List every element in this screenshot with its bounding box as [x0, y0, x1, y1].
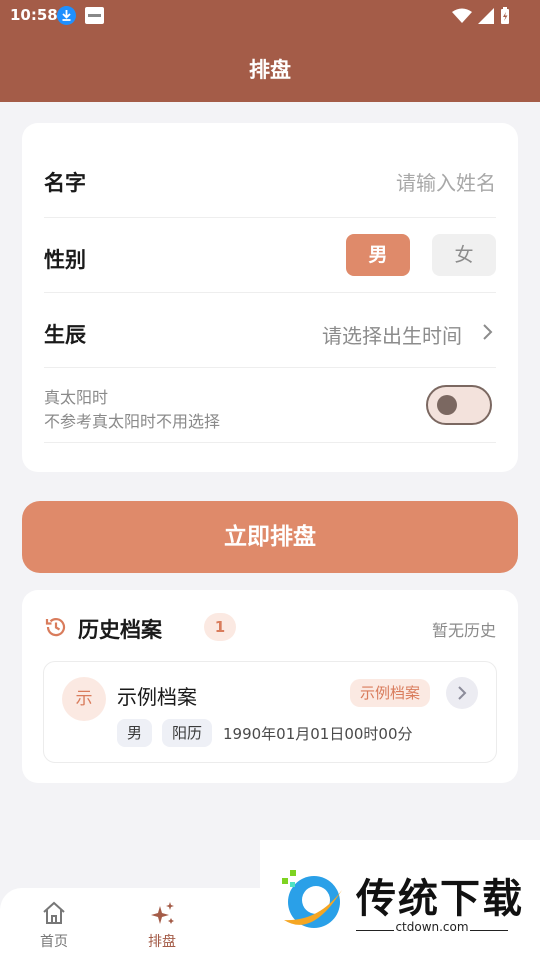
- solar-time-title: 真太阳时: [44, 388, 109, 407]
- wifi-icon: [452, 8, 472, 23]
- birth-label: 生辰: [44, 323, 86, 347]
- birth-row[interactable]: 生辰 请选择出生时间: [44, 293, 496, 368]
- nav-paipan-label: 排盘: [148, 934, 176, 950]
- watermark-url: ctdown.com: [395, 920, 469, 934]
- nav-paipan[interactable]: 排盘: [127, 898, 197, 954]
- history-empty-text[interactable]: 暂无历史: [432, 617, 496, 641]
- watermark-brand: 传统下载: [356, 876, 524, 922]
- gender-male-button[interactable]: 男: [346, 234, 410, 276]
- ctdown-logo-icon: [282, 870, 342, 928]
- entry-open-button[interactable]: [446, 677, 478, 709]
- history-title: 历史档案: [78, 618, 162, 642]
- history-count-badge: 1: [204, 613, 236, 641]
- gender-row: 性别 男 女: [44, 218, 496, 293]
- history-card: 历史档案 1 暂无历史 示 示例档案 示例档案 男 阳历 1990年01月01日…: [22, 590, 518, 783]
- gender-female-button[interactable]: 女: [432, 234, 496, 276]
- status-icons: [452, 7, 510, 25]
- chevron-right-icon: [483, 324, 493, 340]
- home-icon: [43, 901, 65, 924]
- history-entry[interactable]: 示 示例档案 示例档案 男 阳历 1990年01月01日00时00分: [43, 661, 497, 763]
- entry-datetime: 1990年01月01日00时00分: [223, 725, 413, 743]
- solar-time-row: 真太阳时 不参考真太阳时不用选择: [44, 368, 496, 443]
- toggle-knob: [437, 395, 457, 415]
- gender-label: 性别: [44, 248, 86, 272]
- watermark-rule-right: [470, 930, 508, 931]
- entry-gender-chip: 男: [117, 719, 153, 747]
- status-bar: 10:58: [0, 0, 540, 32]
- status-time: 10:58: [10, 6, 58, 24]
- form-card: 名字 请输入姓名 性别 男 女 生辰 请选择出生时间 真太阳时 不参考真太阳时不…: [22, 123, 518, 472]
- solar-time-toggle[interactable]: [426, 385, 492, 425]
- entry-name: 示例档案: [117, 685, 197, 709]
- birth-picker[interactable]: 请选择出生时间: [322, 320, 462, 349]
- name-input[interactable]: 请输入姓名: [396, 167, 496, 196]
- watermark: 传统下载 ctdown.com: [260, 840, 540, 960]
- app-notification-icon: [85, 7, 104, 24]
- nav-home[interactable]: 首页: [19, 898, 89, 954]
- history-header: 历史档案 1 暂无历史: [44, 612, 496, 644]
- entry-avatar: 示: [62, 677, 106, 721]
- app-bar: 10:58 排盘: [0, 0, 540, 102]
- name-label: 名字: [44, 171, 86, 195]
- battery-icon: [501, 7, 509, 24]
- nav-home-label: 首页: [40, 934, 68, 950]
- sparkle-icon: [151, 902, 174, 924]
- chevron-right-icon: [458, 686, 467, 700]
- start-paipan-button[interactable]: 立即排盘: [22, 501, 518, 573]
- signal-icon: [478, 8, 494, 24]
- solar-time-hint: 不参考真太阳时不用选择: [44, 412, 221, 431]
- entry-calendar-chip: 阳历: [162, 719, 213, 747]
- download-icon: [57, 6, 76, 25]
- history-clock-icon: [45, 618, 66, 637]
- page-title: 排盘: [249, 58, 291, 82]
- name-row[interactable]: 名字 请输入姓名: [44, 143, 496, 218]
- entry-tag: 示例档案: [350, 679, 431, 707]
